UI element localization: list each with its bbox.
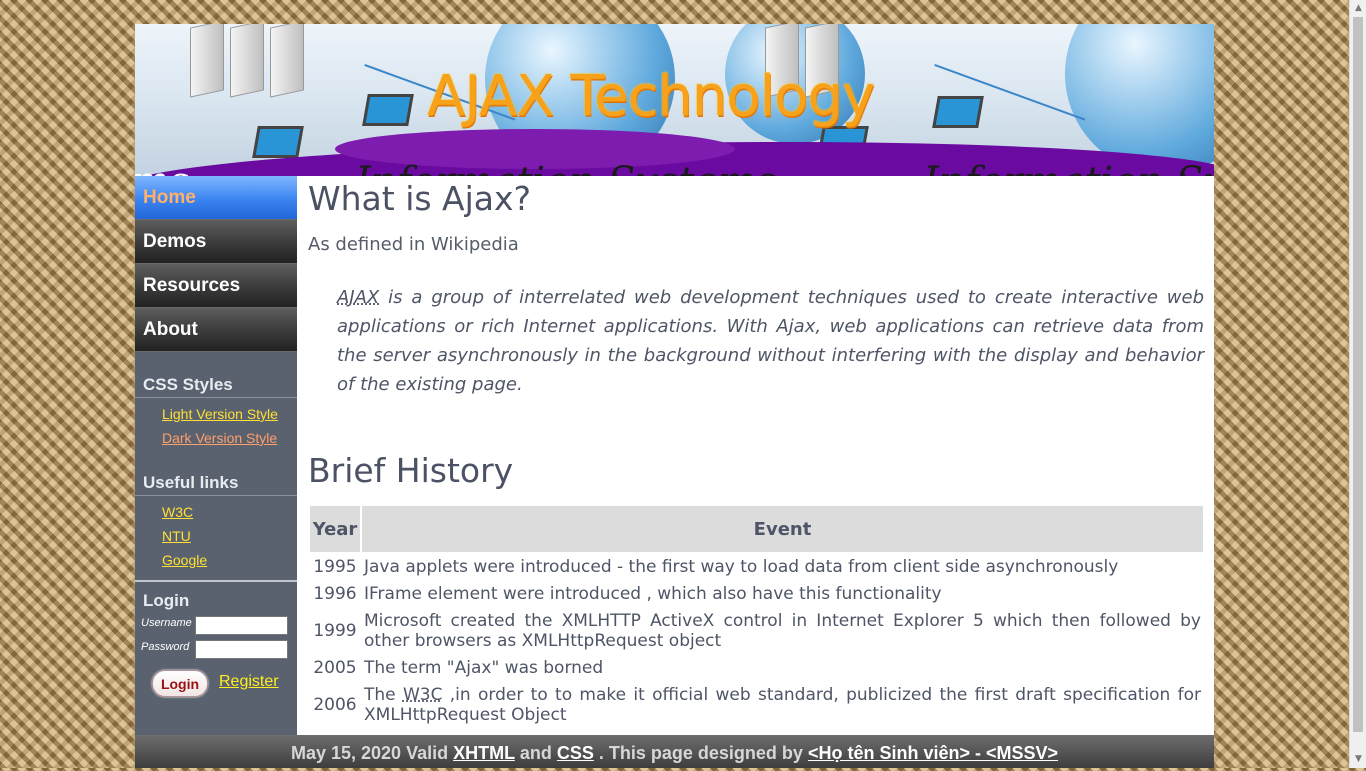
list-item: W3C — [162, 500, 297, 524]
year-column-header: Year — [310, 506, 360, 552]
table-row: 1995 Java applets were introduced - the … — [310, 554, 1203, 579]
server-image — [230, 24, 264, 98]
author-link[interactable]: <Họ tên Sinh viên> - <MSSV> — [808, 743, 1058, 763]
page-title: What is Ajax? — [308, 179, 532, 218]
css-styles-heading: CSS Styles — [135, 372, 297, 398]
event-text: ,in order to to make it official web sta… — [364, 685, 1202, 725]
light-style-link[interactable]: Light Version Style — [162, 406, 278, 422]
table-row: 1999 Microsoft created the XMLHTTP Activ… — [310, 608, 1203, 653]
scroll-down-icon[interactable]: ▼ — [1350, 751, 1366, 768]
year-cell: 2006 — [313, 695, 357, 715]
table-header-row: Year Event — [310, 506, 1203, 552]
main-nav: Home Demos Resources About — [135, 176, 297, 352]
list-item: Dark Version Style — [162, 426, 297, 450]
login-heading: Login — [143, 591, 190, 610]
nav-item-about[interactable]: About — [135, 308, 297, 352]
footer-designed-text: . This page designed by — [598, 743, 803, 763]
event-cell: IFrame element were introduced , which a… — [364, 584, 942, 604]
google-link[interactable]: Google — [162, 552, 207, 568]
banner-subtitle: ms — [135, 159, 189, 176]
year-cell: 1999 — [313, 621, 357, 641]
dark-style-link[interactable]: Dark Version Style — [162, 430, 277, 446]
event-column-header: Event — [362, 506, 1203, 552]
css-styles-list: Light Version Style Dark Version Style — [135, 398, 297, 450]
sidebar: Home Demos Resources About CSS Styles Li… — [135, 176, 297, 735]
login-box: Login Username Password Login Register — [135, 580, 297, 702]
banner-subtitle: Information Systems — [355, 159, 777, 176]
site-title: AJAX Technology — [427, 64, 875, 129]
event-cell: The W3C ,in order to to make it official… — [362, 682, 1203, 727]
register-link[interactable]: Register — [219, 673, 279, 691]
banner-subtitle: Information Systems — [923, 159, 1214, 176]
footer: May 15, 2020 Valid XHTML and CSS . This … — [135, 735, 1214, 768]
useful-links-list: W3C NTU Google — [135, 496, 297, 572]
username-label: Username — [141, 617, 192, 629]
event-cell: Java applets were introduced - the first… — [364, 557, 1119, 577]
history-title: Brief History — [308, 451, 514, 490]
w3c-abbr: W3C — [402, 685, 443, 705]
w3c-link[interactable]: W3C — [162, 504, 193, 520]
useful-links-heading: Useful links — [135, 470, 297, 496]
footer-valid-text: Valid — [406, 743, 449, 763]
header-banner: ms Information Systems Information Syste… — [135, 24, 1214, 176]
ntu-link[interactable]: NTU — [162, 528, 191, 544]
server-image — [270, 24, 304, 98]
footer-and-text: and — [519, 743, 552, 763]
login-button[interactable]: Login — [152, 670, 208, 697]
year-cell: 2005 — [313, 658, 357, 678]
nav-item-demos[interactable]: Demos — [135, 220, 297, 264]
scrollbar-thumb[interactable] — [1353, 17, 1363, 732]
event-cell: Microsoft created the XMLHTTP ActiveX co… — [364, 611, 1201, 651]
page-subtitle: As defined in Wikipedia — [308, 234, 519, 255]
password-input[interactable] — [195, 640, 288, 659]
laptop-image — [932, 96, 984, 128]
table-row: 1996 IFrame element were introduced , wh… — [310, 581, 1203, 606]
main-content: What is Ajax? As defined in Wikipedia AJ… — [297, 176, 1214, 735]
year-cell: 1995 — [313, 557, 357, 577]
quote-text: is a group of interrelated web developme… — [337, 287, 1204, 395]
event-text: The — [364, 685, 403, 705]
history-table: Year Event 1995 Java applets were introd… — [308, 504, 1205, 729]
vertical-scrollbar[interactable]: ▲ ▼ — [1349, 0, 1366, 768]
scroll-up-icon[interactable]: ▲ — [1350, 0, 1366, 17]
server-image — [190, 24, 224, 98]
table-row: 2006 The W3C ,in order to to make it off… — [310, 682, 1203, 727]
nav-item-home[interactable]: Home — [135, 176, 297, 220]
laptop-image — [362, 94, 414, 126]
list-item: Light Version Style — [162, 402, 297, 426]
footer-date: May 15, 2020 — [290, 743, 402, 763]
password-label: Password — [141, 641, 190, 653]
laptop-image — [252, 126, 304, 158]
page-container: ms Information Systems Information Syste… — [135, 0, 1214, 768]
list-item: NTU — [162, 524, 297, 548]
list-item: Google — [162, 548, 297, 572]
nav-item-resources[interactable]: Resources — [135, 264, 297, 308]
username-input[interactable] — [195, 616, 288, 635]
css-link[interactable]: CSS — [557, 743, 594, 763]
year-cell: 1996 — [313, 584, 357, 604]
username-row: Username — [135, 614, 297, 638]
xhtml-link[interactable]: XHTML — [453, 743, 515, 763]
login-actions: Login Register — [135, 668, 297, 702]
ajax-abbr: AJAX — [337, 287, 380, 308]
definition-quote: AJAX is a group of interrelated web deve… — [337, 283, 1204, 399]
event-cell: The term "Ajax" was borned — [364, 658, 604, 678]
password-row: Password — [135, 638, 297, 662]
table-row: 2005 The term "Ajax" was borned — [310, 655, 1203, 680]
